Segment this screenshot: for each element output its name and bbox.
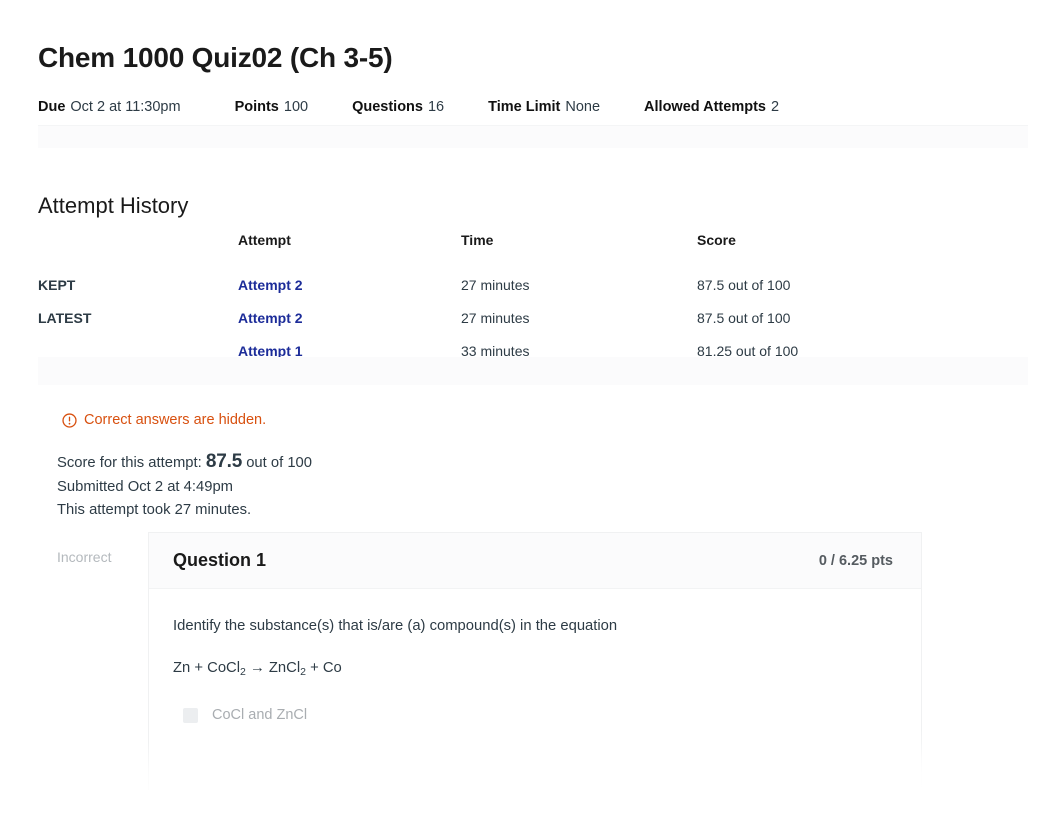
attempt-link[interactable]: Attempt 2 xyxy=(238,277,303,293)
meta-band xyxy=(38,126,1028,148)
meta-questions-label: Questions xyxy=(352,99,423,115)
meta-points-value: 100 xyxy=(283,99,309,115)
question-title: Question 1 xyxy=(173,550,267,570)
question-container: Incorrect Question 1 0 / 6.25 pts Identi… xyxy=(57,532,922,790)
meta-due-label: Due xyxy=(38,99,66,115)
table-row: KEPT Attempt 2 27 minutes 87.5 out of 10… xyxy=(38,268,1028,301)
meta-time-limit-value: None xyxy=(565,99,601,115)
meta-questions-value: 16 xyxy=(427,99,445,115)
row-attempt: Attempt 2 xyxy=(238,301,461,334)
row-time: 27 minutes xyxy=(461,276,530,293)
meta-allowed-attempts: Allowed Attempts 2 xyxy=(644,99,779,115)
attempt-score-line: Score for this attempt: 87.5 out of 100 xyxy=(57,451,312,473)
answers-fade-overlay xyxy=(149,729,922,790)
column-header-attempt: Attempt xyxy=(238,232,291,248)
table-row: LATEST Attempt 2 27 minutes 87.5 out of … xyxy=(38,301,1028,334)
question-points: 0 / 6.25 pts xyxy=(818,552,893,569)
attempt-history-table: Attempt Time Score KEPT Attempt 2 27 min… xyxy=(38,232,1028,367)
attempt-score-value: 87.5 xyxy=(205,451,243,472)
attempt-submitted-line: Submitted Oct 2 at 4:49pm xyxy=(57,479,234,495)
meta-time-limit-label: Time Limit xyxy=(488,99,561,115)
quiz-results-page: Chem 1000 Quiz02 (Ch 3-5) Due Oct 2 at 11… xyxy=(0,0,1062,822)
meta-allowed-attempts-value: 2 xyxy=(770,99,780,115)
row-status: KEPT xyxy=(38,268,238,301)
meta-points-label: Points xyxy=(234,99,279,115)
question-status-label: Incorrect xyxy=(57,549,112,565)
column-header-status xyxy=(38,232,238,268)
attempt-history-heading: Attempt History xyxy=(38,193,189,218)
question-body: Identify the substance(s) that is/are (a… xyxy=(149,589,921,729)
exclamation-circle-icon xyxy=(62,412,77,428)
attempt-table-footer-band xyxy=(38,357,1028,385)
status-badge: KEPT xyxy=(38,276,76,293)
row-time: 27 minutes xyxy=(461,309,530,326)
meta-allowed-attempts-label: Allowed Attempts xyxy=(644,99,766,115)
attempt-duration-line: This attempt took 27 minutes. xyxy=(57,502,252,518)
meta-questions: Questions 16 xyxy=(352,99,444,115)
row-score: 87.5 out of 100 xyxy=(697,309,791,326)
attempt-score-suffix: out of 100 xyxy=(246,455,313,471)
question-card: Question 1 0 / 6.25 pts Identify the sub… xyxy=(148,532,922,790)
answer-option-label: CoCl and ZnCl xyxy=(212,707,308,724)
meta-time-limit: Time Limit None xyxy=(488,99,600,115)
question-header: Question 1 0 / 6.25 pts xyxy=(149,533,921,589)
page-title: Chem 1000 Quiz02 (Ch 3-5) xyxy=(38,42,393,73)
row-score: 87.5 out of 100 xyxy=(697,276,791,293)
answer-radio-icon[interactable] xyxy=(183,707,198,723)
meta-due: Due Oct 2 at 11:30pm xyxy=(38,99,181,115)
answer-option-row[interactable]: CoCl and ZnCl xyxy=(173,701,897,729)
column-header-time: Time xyxy=(461,232,494,248)
question-prompt: Identify the substance(s) that is/are (a… xyxy=(173,618,618,634)
attempt-score-prefix: Score for this attempt: xyxy=(57,455,202,471)
meta-points: Points 100 xyxy=(235,99,309,115)
table-header-row: Attempt Time Score xyxy=(38,232,1028,268)
row-status: LATEST xyxy=(38,301,238,334)
quiz-meta-row: Due Oct 2 at 11:30pm Points 100 Questions 16 T… xyxy=(38,99,1028,115)
meta-due-value: Oct 2 at 11:30pm xyxy=(70,99,181,115)
hidden-answers-notice: Correct answers are hidden. xyxy=(62,412,266,428)
question-equation: Zn + CoCl2 → ZnCl2 + Co xyxy=(173,660,342,679)
row-attempt: Attempt 2 xyxy=(238,268,461,301)
attempt-link[interactable]: Attempt 2 xyxy=(238,310,303,326)
hidden-answers-notice-text: Correct answers are hidden. xyxy=(84,412,267,428)
answer-options: CoCl and ZnCl xyxy=(173,701,897,729)
column-header-score: Score xyxy=(697,232,736,248)
status-badge: LATEST xyxy=(38,309,92,326)
